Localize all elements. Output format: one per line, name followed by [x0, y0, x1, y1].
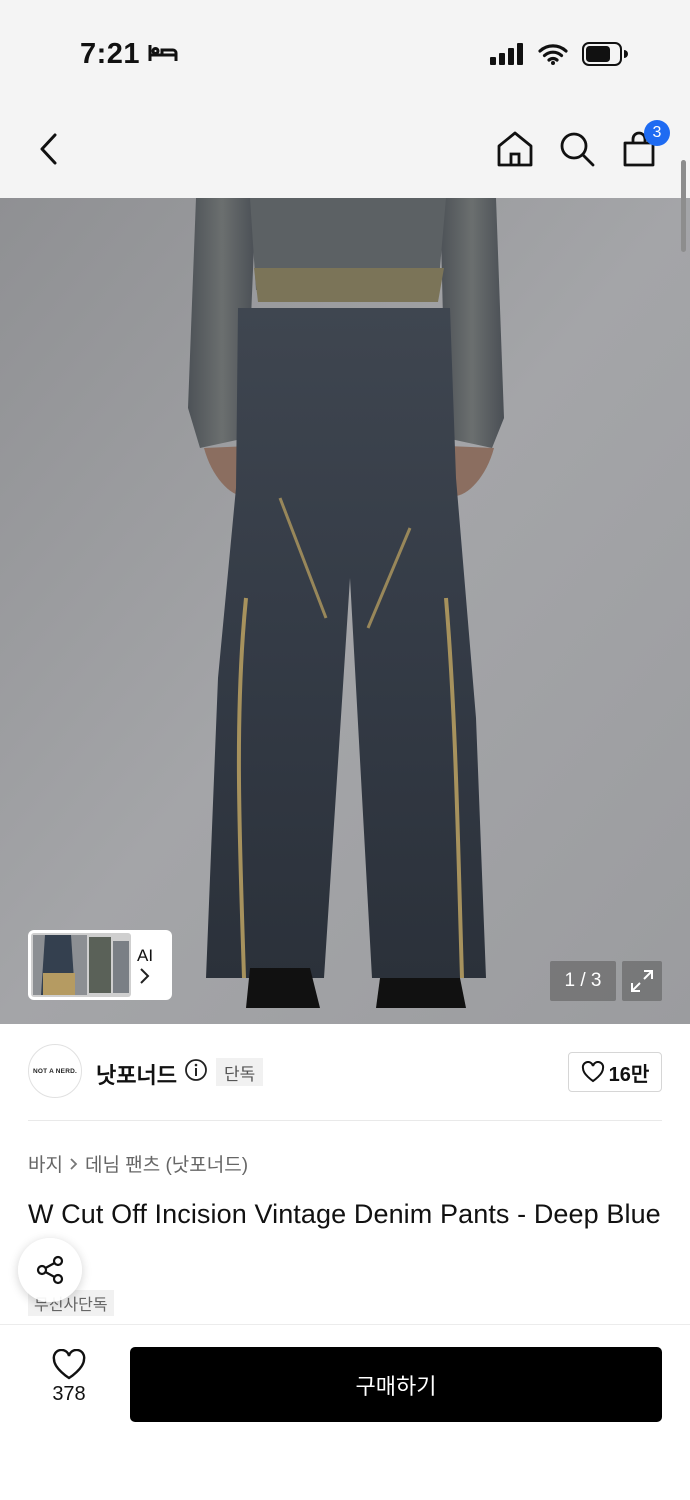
expand-image-button[interactable]: [622, 961, 662, 1001]
chevron-right-icon: [70, 1157, 78, 1170]
image-counter: 1 / 3: [550, 961, 616, 1001]
status-bar: 7:21: [0, 0, 690, 100]
brand-exclusive-tag: 단독: [216, 1058, 264, 1086]
heart-icon: [581, 1061, 604, 1083]
brand-logo[interactable]: NOT A NERD.: [28, 1044, 82, 1098]
divider: [28, 1120, 662, 1121]
product-image-carousel[interactable]: AI 1 / 3: [0, 198, 690, 1024]
breadcrumb-subcategory[interactable]: 데님 팬츠 (낫포너드): [85, 1150, 248, 1177]
wifi-icon: [538, 43, 568, 70]
search-button[interactable]: [554, 126, 600, 172]
product-title: W Cut Off Incision Vintage Denim Pants -…: [28, 1199, 661, 1229]
heart-icon: [52, 1349, 86, 1380]
share-icon: [36, 1255, 64, 1285]
brand-like-count: 16만: [608, 1063, 650, 1086]
brand-row: NOT A NERD. 낫포너드 단독 16만: [28, 1044, 662, 1100]
back-icon: [40, 133, 57, 165]
chevron-right-icon: [140, 968, 150, 984]
ai-styling-thumbnail[interactable]: AI: [28, 930, 172, 1000]
brand-like-button[interactable]: 16만: [568, 1052, 662, 1092]
wishlist-button[interactable]: 378: [34, 1349, 104, 1419]
home-icon: [497, 131, 533, 167]
signal-icon: [490, 43, 524, 70]
ai-label: AI: [137, 945, 153, 985]
back-button[interactable]: [26, 126, 72, 172]
bed-icon: [148, 38, 178, 71]
page-scrollbar[interactable]: [681, 160, 686, 252]
clock: 7:21: [80, 38, 141, 70]
brand-name[interactable]: 낫포너드: [96, 1058, 177, 1090]
product-photo: [0, 198, 690, 1024]
status-indicators: [490, 42, 628, 71]
bottom-action-bar: 378 구매하기: [0, 1324, 690, 1500]
cart-button[interactable]: 3: [616, 120, 670, 172]
wishlist-count: 378: [52, 1383, 86, 1405]
battery-icon: [582, 42, 628, 71]
top-navigation: 3: [0, 100, 690, 198]
ai-text: AI: [137, 946, 154, 965]
thumbnail-images: [31, 933, 131, 997]
breadcrumb-category[interactable]: 바지: [28, 1150, 63, 1177]
buy-button[interactable]: 구매하기: [130, 1347, 662, 1422]
info-icon[interactable]: [184, 1058, 208, 1082]
cart-count-badge: 3: [644, 120, 670, 146]
home-button[interactable]: [492, 126, 538, 172]
breadcrumb: 바지 데님 팬츠 (낫포너드): [28, 1150, 248, 1177]
expand-icon: [631, 970, 653, 992]
share-button[interactable]: [18, 1238, 82, 1302]
search-icon: [560, 132, 595, 167]
status-time: 7:21: [80, 38, 178, 71]
